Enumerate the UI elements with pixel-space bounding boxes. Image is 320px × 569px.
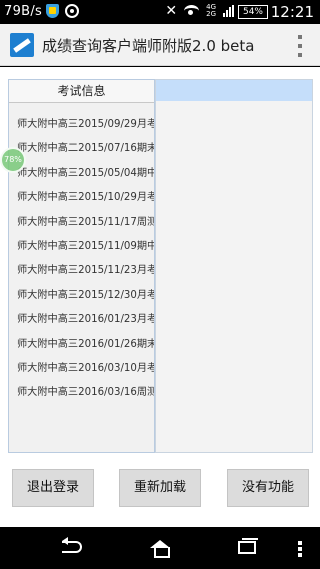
score-detail-header: [156, 80, 312, 101]
no-function-button[interactable]: 没有功能: [227, 469, 309, 507]
exam-list-header: 考试信息: [9, 80, 154, 103]
clock: 12:21: [270, 3, 314, 21]
reload-button[interactable]: 重新加载: [119, 469, 201, 507]
exam-list: 师大附中高三2015/09/29月考 师大附中高二2015/07/16期末 师大…: [9, 103, 154, 406]
exam-list-item[interactable]: 师大附中高三2015/10/29月考: [9, 186, 154, 210]
network-type-2g: 2G: [206, 10, 216, 18]
floating-percent-badge[interactable]: 78%: [0, 147, 26, 173]
exam-list-item[interactable]: 师大附中高三2016/03/16周测: [9, 381, 154, 405]
exam-list-item[interactable]: 师大附中高三2015/11/23月考: [9, 259, 154, 283]
status-bar: 79B/s ✕ 4G 2G 54% 12:21: [0, 0, 320, 24]
mute-icon: ✕: [165, 3, 178, 19]
exam-list-panel: 考试信息 师大附中高三2015/09/29月考 师大附中高二2015/07/16…: [8, 79, 155, 453]
logout-button[interactable]: 退出登录: [12, 469, 94, 507]
score-detail-panel: [155, 79, 313, 453]
app-title: 成绩查询客户端师附版2.0 beta: [42, 37, 255, 55]
overflow-menu-icon[interactable]: [298, 35, 304, 57]
notification-icons: [46, 4, 79, 18]
exam-list-item[interactable]: 师大附中高二2015/07/16期末: [9, 137, 154, 161]
network-type-labels: 4G 2G: [206, 4, 216, 18]
menu-icon[interactable]: [298, 541, 302, 557]
exam-list-item[interactable]: 师大附中高三2015/11/17周测: [9, 211, 154, 235]
battery-indicator: 54%: [238, 5, 268, 19]
exam-list-item[interactable]: 师大附中高三2016/01/23月考: [9, 308, 154, 332]
back-icon[interactable]: [62, 537, 82, 553]
main-content: 考试信息 师大附中高三2015/09/29月考 师大附中高二2015/07/16…: [0, 67, 320, 527]
app-logo-icon: [10, 33, 34, 57]
exam-list-item[interactable]: 师大附中高三2016/03/10月考: [9, 357, 154, 381]
network-speed: 79B/s: [4, 4, 43, 19]
exam-list-item[interactable]: 师大附中高三2016/01/26期末: [9, 333, 154, 357]
recent-apps-icon[interactable]: [238, 538, 258, 554]
system-icons: ✕ 4G 2G: [165, 3, 234, 19]
signal-strength-icon: [223, 5, 234, 17]
exam-list-item[interactable]: 师大附中高三2015/05/04期中: [9, 162, 154, 186]
exam-list-item[interactable]: 师大附中高三2015/11/09期中: [9, 235, 154, 259]
action-bar: 成绩查询客户端师附版2.0 beta: [0, 24, 320, 66]
wifi-icon: [184, 5, 200, 17]
home-icon[interactable]: [150, 540, 170, 558]
exam-list-item[interactable]: 师大附中高三2015/09/29月考: [9, 113, 154, 137]
security-shield-icon: [46, 4, 59, 18]
exam-list-item[interactable]: 师大附中高三2015/12/30月考: [9, 284, 154, 308]
camera-notification-icon: [65, 4, 79, 18]
navigation-bar: [0, 527, 320, 569]
